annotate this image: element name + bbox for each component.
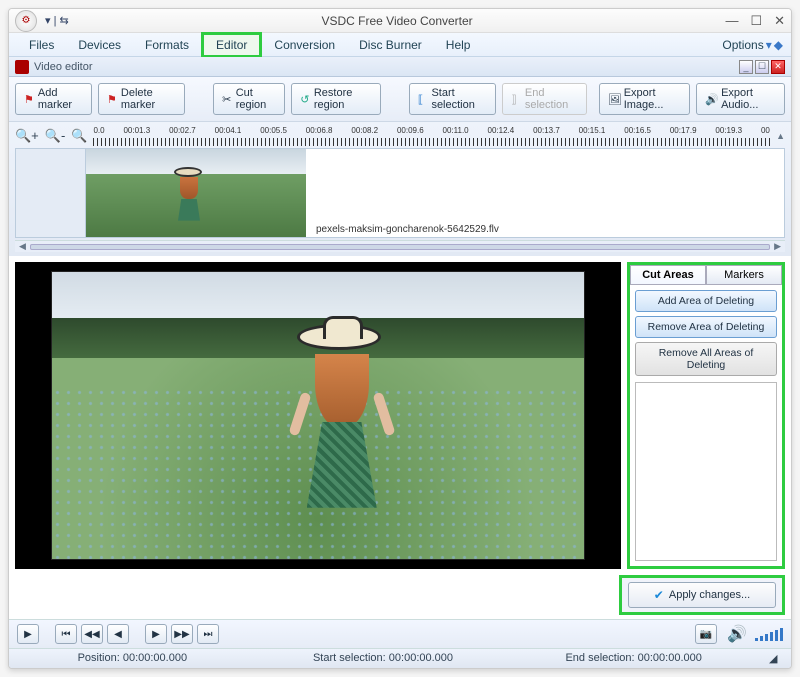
resize-grip[interactable]: ◢ (769, 652, 783, 665)
tab-devices[interactable]: Devices (66, 35, 133, 55)
step-back-button[interactable]: ◀ (107, 624, 129, 644)
goto-start-button[interactable]: ⏮ (55, 624, 77, 644)
forward-button[interactable]: ▶▶ (171, 624, 193, 644)
volume-slider[interactable] (755, 627, 783, 641)
step-fwd-button[interactable]: ▶ (145, 624, 167, 644)
status-start-selection: Start selection: 00:00:00.000 (268, 652, 499, 665)
video-clip[interactable] (86, 149, 306, 237)
zoom-out-icon[interactable]: 🔍- (45, 128, 66, 144)
tab-help[interactable]: Help (434, 35, 483, 55)
restore-icon: ↺ (300, 93, 310, 105)
editor-toolbar: ⚑Add marker ⚑Delete marker ✂Cut region ↺… (9, 77, 791, 122)
clip-filename: pexels-maksim-goncharenok-5642529.flv (316, 224, 499, 235)
flag-icon: ⚑ (24, 93, 34, 105)
titlebar: ⚙ ▾ | ⇆ VSDC Free Video Converter — ☐ ✕ (9, 9, 791, 33)
app-title: VSDC Free Video Converter (69, 14, 726, 28)
flag-x-icon: ⚑ (107, 93, 117, 105)
apply-changes-button[interactable]: ✔ Apply changes... (628, 582, 776, 608)
status-end-selection: End selection: 00:00:00.000 (518, 652, 749, 665)
start-selection-button[interactable]: ⟦Start selection (409, 83, 496, 115)
end-selection-button: ⟧End selection (502, 83, 586, 115)
editor-icon (15, 60, 29, 74)
app-icon: ⚙ (15, 10, 37, 32)
bracket-start-icon: ⟦ (418, 93, 428, 105)
ribbon-tabs: Files Devices Formats Editor Conversion … (9, 33, 791, 57)
scroll-up-icon[interactable]: ▲ (776, 131, 785, 141)
maximize-icon[interactable]: ☐ (750, 13, 762, 29)
editor-panel-titlebar: Video editor _ ☐ ✕ (9, 57, 791, 77)
audio-icon: 🔊 (705, 93, 717, 105)
quick-access[interactable]: ▾ | ⇆ (45, 14, 69, 27)
export-audio-button[interactable]: 🔊Export Audio... (696, 83, 785, 115)
cut-region-button[interactable]: ✂Cut region (213, 83, 285, 115)
zoom-in-icon[interactable]: 🔍+ (15, 128, 39, 144)
tab-files[interactable]: Files (17, 35, 66, 55)
delete-marker-button[interactable]: ⚑Delete marker (98, 83, 185, 115)
cut-areas-list[interactable] (635, 382, 777, 561)
status-bar: Position: 00:00:00.000 Start selection: … (9, 648, 791, 668)
tab-editor[interactable]: Editor (201, 32, 262, 58)
export-image-button[interactable]: 🖼Export Image... (599, 83, 690, 115)
preview-frame (51, 271, 584, 560)
bracket-end-icon: ⟧ (511, 93, 521, 105)
tab-conversion[interactable]: Conversion (262, 35, 347, 55)
speaker-icon[interactable]: 🔊 (727, 624, 747, 644)
minimize-icon[interactable]: — (725, 13, 738, 29)
clip-track[interactable]: pexels-maksim-goncharenok-5642529.flv (15, 148, 785, 238)
timeline: 🔍+ 🔍- 🔍 0.0 00:01.3 00:02.7 00:04.1 00:0… (9, 122, 791, 256)
panel-minimize-icon[interactable]: _ (739, 60, 753, 74)
tab-formats[interactable]: Formats (133, 35, 201, 55)
timeline-scrollbar[interactable]: ◀▶ (15, 240, 785, 252)
remove-all-areas-button[interactable]: Remove All Areas of Deleting (635, 342, 777, 376)
add-marker-button[interactable]: ⚑Add marker (15, 83, 92, 115)
chevron-down-icon: ▾ (766, 38, 772, 52)
tab-cut-areas[interactable]: Cut Areas (630, 265, 706, 285)
image-icon: 🖼 (608, 93, 620, 105)
help-icon[interactable]: ◆ (774, 38, 783, 52)
zoom-fit-icon[interactable]: 🔍 (71, 128, 87, 144)
editor-panel-title: Video editor (34, 61, 93, 73)
restore-region-button[interactable]: ↺Restore region (291, 83, 380, 115)
scissors-icon: ✂ (222, 93, 232, 105)
play-button[interactable]: ▶ (17, 624, 39, 644)
check-icon: ✔ (654, 588, 664, 602)
apply-row: ✔ Apply changes... (619, 575, 785, 615)
status-position: Position: 00:00:00.000 (17, 652, 248, 665)
time-ruler[interactable]: 0.0 00:01.3 00:02.7 00:04.1 00:05.5 00:0… (93, 126, 770, 146)
panel-maximize-icon[interactable]: ☐ (755, 60, 769, 74)
side-panel: Cut Areas Markers Add Area of Deleting R… (627, 262, 785, 569)
rewind-button[interactable]: ◀◀ (81, 624, 103, 644)
video-preview[interactable] (15, 262, 621, 569)
goto-end-button[interactable]: ⏭ (197, 624, 219, 644)
app-window: ⚙ ▾ | ⇆ VSDC Free Video Converter — ☐ ✕ … (8, 8, 792, 669)
add-area-button[interactable]: Add Area of Deleting (635, 290, 777, 312)
remove-area-button[interactable]: Remove Area of Deleting (635, 316, 777, 338)
tab-markers[interactable]: Markers (706, 265, 782, 285)
panel-close-icon[interactable]: ✕ (771, 60, 785, 74)
options-menu[interactable]: Options ▾ ◆ (722, 38, 783, 52)
snapshot-button[interactable]: 📷 (695, 624, 717, 644)
playback-bar: ▶ ⏮ ◀◀ ◀ ▶ ▶▶ ⏭ 📷 🔊 (9, 619, 791, 648)
tab-disc-burner[interactable]: Disc Burner (347, 35, 434, 55)
close-icon[interactable]: ✕ (774, 13, 785, 29)
